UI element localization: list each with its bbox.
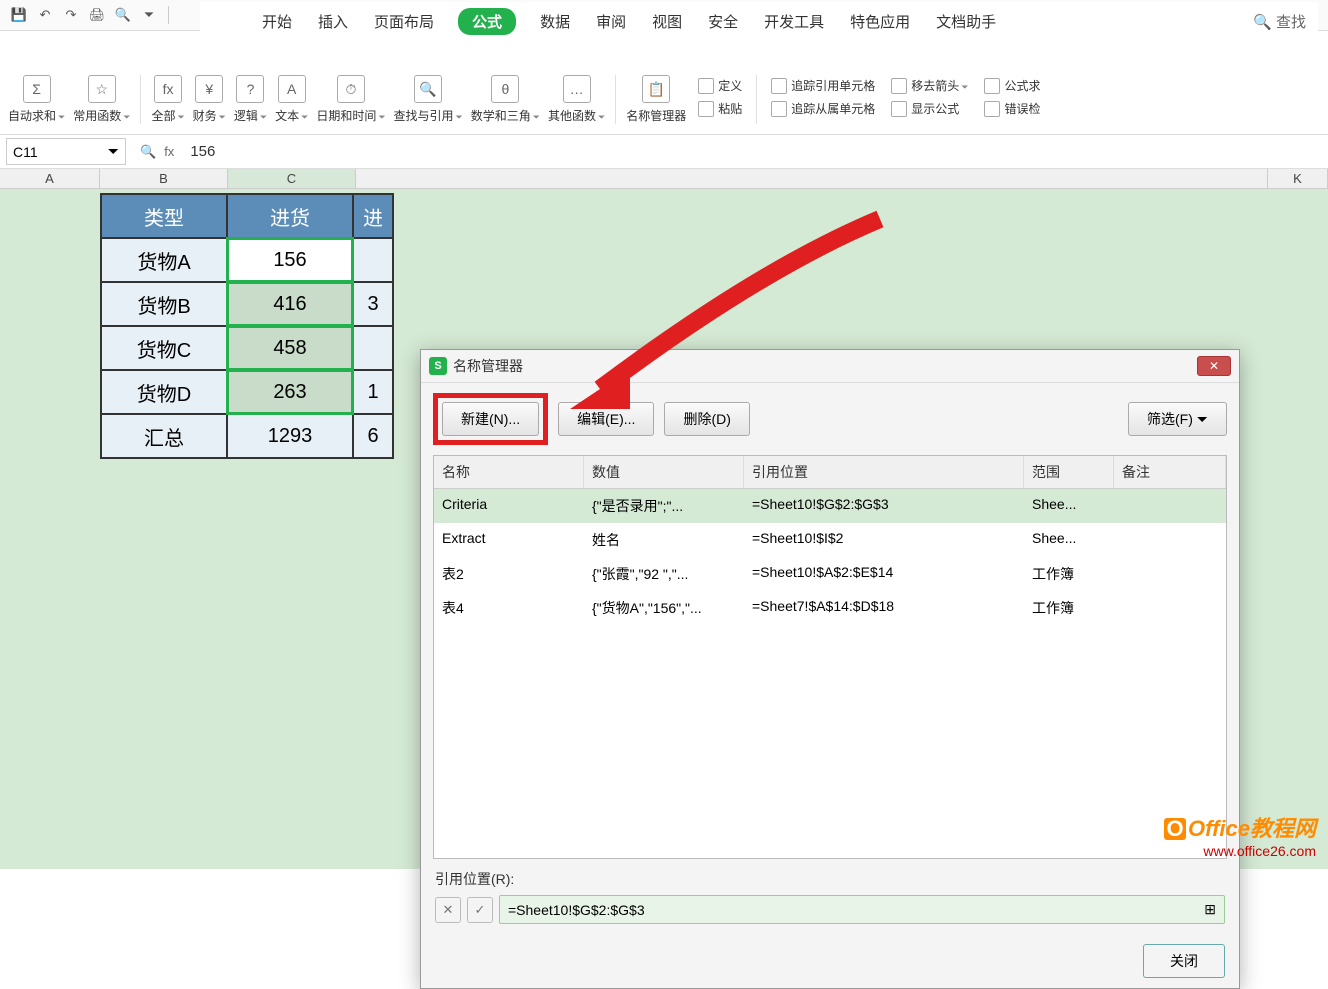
rb-name-manager[interactable]: 📋名称管理器 (626, 75, 686, 124)
col-header-gap (356, 169, 1268, 188)
col-header-k[interactable]: K (1268, 169, 1328, 188)
column-headers: A B C K (0, 169, 1328, 189)
save-icon[interactable]: 💾 (8, 4, 30, 26)
cell-qty-1[interactable]: 416 (227, 282, 353, 326)
tab-dev[interactable]: 开发工具 (762, 8, 826, 35)
name-manager-dialog: S 名称管理器 ✕ 新建(N)... 编辑(E)... 删除(D) 筛选(F) … (420, 349, 1240, 989)
header-type: 类型 (101, 194, 227, 238)
formula-bar: C11⏷ 🔍 fx 156 (0, 135, 1328, 169)
delete-button[interactable]: 删除(D) (664, 402, 749, 436)
annotation-highlight: 新建(N)... (433, 393, 548, 445)
cell-qty-0[interactable]: 156 (227, 238, 353, 282)
cell-type-0[interactable]: 货物A (101, 238, 227, 282)
fx-icon[interactable]: fx (164, 144, 174, 160)
cell-total-value[interactable]: 1293 (227, 414, 353, 458)
search-label: 查找 (1276, 11, 1306, 32)
ref-input[interactable]: =Sheet10!$G$2:$G$3 ⊞ (499, 895, 1225, 924)
rb-error-check[interactable]: 错误检 (984, 100, 1040, 117)
worksheet[interactable]: A B C K 类型 进货 进 货物A 156 货物B 416 3 货物C (0, 169, 1328, 869)
cell-qty-3[interactable]: 263 (227, 370, 353, 414)
reference-box: 引用位置(R): ✕ ✓ =Sheet10!$G$2:$G$3 ⊞ (421, 859, 1239, 934)
rb-trace-dependent[interactable]: 追踪从属单元格 (771, 100, 875, 117)
edit-button[interactable]: 编辑(E)... (558, 402, 654, 436)
find-icon[interactable]: 🔍 (140, 144, 156, 160)
rb-all[interactable]: fx全部 (151, 75, 184, 124)
close-button[interactable]: 关闭 (1143, 944, 1225, 978)
list-row[interactable]: 表4 {"货物A","156","... =Sheet7!$A$14:$D$18… (434, 591, 1226, 625)
print-icon[interactable]: 🖨 (86, 4, 108, 26)
col-scope[interactable]: 范围 (1024, 456, 1114, 488)
ribbon: Σ自动求和 ☆常用函数 fx全部 ¥财务 ?逻辑 A文本 ⏱日期和时间 🔍查找与… (0, 65, 1328, 135)
dialog-footer: 关闭 (421, 934, 1239, 988)
rb-trace-precedent[interactable]: 追踪引用单元格 (771, 77, 875, 94)
rb-formula-expr[interactable]: 公式求 (984, 77, 1040, 94)
col-header-c[interactable]: C (228, 169, 356, 188)
cell-qty-2[interactable]: 458 (227, 326, 353, 370)
cell-type-3[interactable]: 货物D (101, 370, 227, 414)
col-ref[interactable]: 引用位置 (744, 456, 1024, 488)
col-note[interactable]: 备注 (1114, 456, 1226, 488)
tab-review[interactable]: 审阅 (594, 8, 628, 35)
rb-math[interactable]: θ数学和三角 (471, 75, 540, 124)
menu-tabs: 开始 插入 页面布局 公式 数据 审阅 视图 安全 开发工具 特色应用 文档助手… (200, 2, 1318, 43)
close-icon[interactable]: ✕ (1197, 356, 1231, 376)
col-value[interactable]: 数值 (584, 456, 744, 488)
preview-icon[interactable]: 🔍 (112, 4, 134, 26)
tab-dochelper[interactable]: 文档助手 (934, 8, 998, 35)
list-row[interactable]: Criteria {"是否录用";"... =Sheet10!$G$2:$G$3… (434, 489, 1226, 523)
search-icon: 🔍 (1253, 13, 1272, 31)
search-box[interactable]: 🔍 查找 (1253, 11, 1306, 32)
rb-logical[interactable]: ?逻辑 (234, 75, 267, 124)
undo-icon[interactable]: ↶ (34, 4, 56, 26)
tab-insert[interactable]: 插入 (316, 8, 350, 35)
formula-input[interactable]: 156 (182, 139, 1328, 164)
rb-remove-arrows[interactable]: 移去箭头 (891, 77, 968, 94)
confirm-ref-icon[interactable]: ✓ (467, 897, 493, 923)
collapse-icon[interactable]: ⊞ (1204, 901, 1216, 918)
col-header-b[interactable]: B (100, 169, 228, 188)
header-qty: 进货 (227, 194, 353, 238)
new-button[interactable]: 新建(N)... (442, 402, 539, 436)
more-icon[interactable]: ⏷ (138, 4, 160, 26)
filter-button[interactable]: 筛选(F) ⏷ (1128, 402, 1227, 436)
dialog-title: 名称管理器 (453, 356, 523, 376)
dialog-titlebar: S 名称管理器 ✕ (421, 350, 1239, 383)
tab-security[interactable]: 安全 (706, 8, 740, 35)
tab-special[interactable]: 特色应用 (848, 8, 912, 35)
redo-icon[interactable]: ↷ (60, 4, 82, 26)
name-list: 名称 数值 引用位置 范围 备注 Criteria {"是否录用";"... =… (433, 455, 1227, 859)
tab-start[interactable]: 开始 (260, 8, 294, 35)
col-name[interactable]: 名称 (434, 456, 584, 488)
list-row[interactable]: Extract 姓名 =Sheet10!$I$2 Shee... (434, 523, 1226, 557)
cell-total-label[interactable]: 汇总 (101, 414, 227, 458)
name-box[interactable]: C11⏷ (6, 138, 126, 165)
rb-text[interactable]: A文本 (275, 75, 308, 124)
list-header: 名称 数值 引用位置 范围 备注 (434, 456, 1226, 489)
rb-show-formula[interactable]: 显示公式 (891, 100, 968, 117)
rb-paste[interactable]: 粘贴 (698, 100, 742, 117)
dialog-toolbar: 新建(N)... 编辑(E)... 删除(D) 筛选(F) ⏷ (421, 383, 1239, 455)
rb-common[interactable]: ☆常用函数 (73, 75, 130, 124)
rb-finance[interactable]: ¥财务 (193, 75, 226, 124)
rb-autosum[interactable]: Σ自动求和 (8, 75, 65, 124)
app-icon: S (429, 357, 447, 375)
cancel-ref-icon[interactable]: ✕ (435, 897, 461, 923)
rb-define[interactable]: 定义 (698, 77, 742, 94)
data-table: 类型 进货 进 货物A 156 货物B 416 3 货物C 458 货物D (100, 193, 394, 459)
tab-formula[interactable]: 公式 (458, 8, 516, 35)
tab-data[interactable]: 数据 (538, 8, 572, 35)
chevron-down-icon: ⏷ (108, 143, 119, 160)
header-cut: 进 (353, 194, 393, 238)
rb-lookup[interactable]: 🔍查找与引用 (394, 75, 463, 124)
rb-other[interactable]: …其他函数 (548, 75, 605, 124)
ref-label: 引用位置(R): (435, 869, 1225, 889)
cell-type-2[interactable]: 货物C (101, 326, 227, 370)
tab-view[interactable]: 视图 (650, 8, 684, 35)
rb-datetime[interactable]: ⏱日期和时间 (316, 75, 385, 124)
separator (168, 6, 169, 24)
tab-layout[interactable]: 页面布局 (372, 8, 436, 35)
col-header-a[interactable]: A (0, 169, 100, 188)
cell-type-1[interactable]: 货物B (101, 282, 227, 326)
list-row[interactable]: 表2 {"张霞","92 ","... =Sheet10!$A$2:$E$14 … (434, 557, 1226, 591)
